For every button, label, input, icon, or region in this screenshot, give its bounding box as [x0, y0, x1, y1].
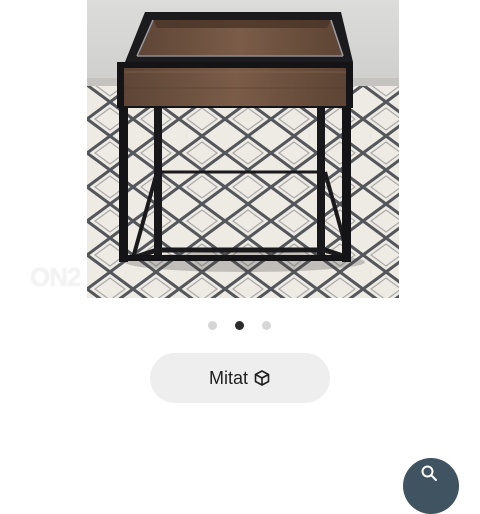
carousel-pagination	[0, 321, 480, 331]
dimensions-button-label: Mitat	[208, 367, 248, 388]
cube-icon	[253, 369, 271, 387]
watermark-logo: ON2	[30, 262, 81, 292]
search-icon	[420, 464, 438, 482]
pagination-dot[interactable]	[262, 321, 271, 330]
product-image[interactable]	[87, 0, 399, 298]
product-photo-side-table	[87, 0, 399, 298]
search-fab[interactable]	[403, 458, 459, 514]
pagination-dot-active[interactable]	[235, 321, 244, 330]
pagination-dot[interactable]	[208, 321, 217, 330]
dimensions-button[interactable]: Mitat	[150, 353, 330, 403]
